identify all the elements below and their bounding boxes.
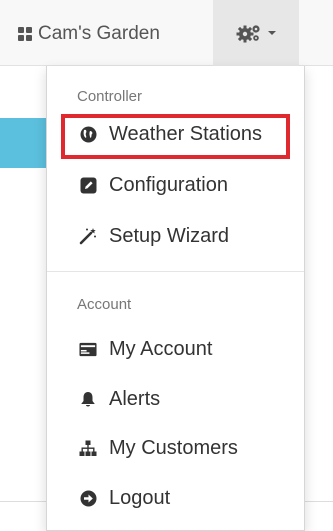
globe-icon: [79, 125, 97, 143]
settings-dropdown-menu: Controller Weather Stations Configuratio…: [46, 66, 305, 531]
menu-item-label: Setup Wizard: [109, 224, 230, 247]
page: Cam's Garden Controller Weather Stations…: [0, 0, 333, 531]
menu-item-setup-wizard[interactable]: Setup Wizard: [47, 216, 304, 256]
settings-dropdown-toggle[interactable]: [213, 0, 299, 66]
credit-card-icon: [79, 340, 97, 358]
menu-item-configuration[interactable]: Configuration: [47, 165, 304, 205]
background-panel: [0, 118, 50, 168]
navbar: Cam's Garden: [0, 0, 333, 66]
menu-item-label: Alerts: [109, 387, 161, 410]
menu-item-my-account[interactable]: My Account: [47, 329, 304, 369]
brand-label: Cam's Garden: [38, 23, 160, 44]
menu-item-my-customers[interactable]: My Customers: [47, 428, 304, 468]
menu-item-logout[interactable]: Logout: [47, 478, 304, 518]
controller-section-header: Controller: [77, 88, 143, 105]
logout-icon: [79, 489, 97, 507]
menu-item-alerts[interactable]: Alerts: [47, 379, 304, 419]
magic-wand-icon: [79, 227, 97, 245]
menu-divider: [47, 271, 304, 272]
menu-item-label: Weather Stations: [109, 122, 263, 145]
bell-icon: [79, 390, 97, 408]
account-section-header: Account: [77, 296, 132, 313]
brand-link[interactable]: Cam's Garden: [18, 20, 160, 48]
cogs-icon: [236, 25, 260, 43]
grid-icon: [18, 27, 32, 41]
menu-item-weather-stations[interactable]: Weather Stations: [47, 114, 304, 154]
menu-item-label: My Account: [109, 337, 213, 360]
sitemap-icon: [79, 439, 97, 457]
chevron-down-icon: [268, 31, 276, 35]
edit-icon: [79, 176, 97, 194]
menu-item-label: Logout: [109, 486, 171, 509]
menu-item-label: Configuration: [109, 173, 228, 196]
menu-item-label: My Customers: [109, 436, 238, 459]
